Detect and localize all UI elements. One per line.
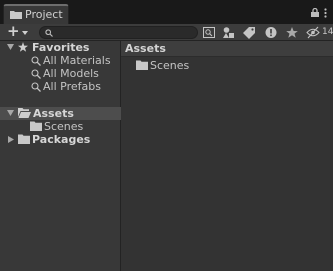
kebab-menu-icon[interactable]: [324, 8, 327, 18]
search-icon: [45, 29, 53, 37]
filter-by-label-icon[interactable]: [243, 26, 257, 39]
asset-list-item[interactable]: Scenes: [121, 59, 333, 72]
favorites-item-label: All Models: [43, 67, 99, 80]
favorites-item[interactable]: All Prefabs: [0, 80, 121, 93]
window-tab-bar: Project: [0, 0, 333, 24]
tree-label-favorites: Favorites: [32, 41, 90, 54]
tree-label-assets: Assets: [33, 107, 74, 120]
folder-icon: [18, 134, 30, 144]
expand-down-icon[interactable]: [7, 44, 14, 50]
tree-item-packages[interactable]: Packages: [0, 133, 121, 146]
favorites-item[interactable]: All Models: [0, 67, 121, 80]
chevron-down-icon: [22, 31, 28, 35]
star-icon: [18, 42, 28, 52]
scene-view-icon[interactable]: [202, 26, 216, 39]
search-field[interactable]: [39, 26, 198, 39]
breadcrumb-item-assets[interactable]: Assets: [125, 42, 166, 55]
search-icon: [31, 69, 41, 79]
tree-item-favorites[interactable]: Favorites: [0, 41, 121, 54]
tree-item-scenes[interactable]: Scenes: [0, 120, 121, 133]
breadcrumb: Assets: [121, 41, 333, 57]
tree-label-scenes: Scenes: [44, 120, 84, 133]
hidden-count: 14: [322, 27, 333, 37]
asset-content-panel: Assets Scenes: [121, 41, 333, 271]
folder-open-icon: [18, 108, 31, 118]
expand-right-icon[interactable]: [8, 136, 14, 143]
search-icon: [31, 56, 41, 66]
folder-tree-panel: Favorites All Materials All Models All P…: [0, 41, 121, 271]
folder-icon: [10, 11, 22, 19]
favorites-item-label: All Prefabs: [43, 80, 101, 93]
lock-icon[interactable]: [311, 8, 319, 17]
plus-icon: +: [7, 22, 20, 40]
tab-label: Project: [25, 8, 63, 21]
favorite-star-icon[interactable]: [285, 26, 299, 39]
filter-by-type-icon[interactable]: [222, 26, 236, 39]
tab-project[interactable]: Project: [3, 4, 69, 24]
project-toolbar: + 14: [0, 22, 333, 41]
favorites-item[interactable]: All Materials: [0, 54, 121, 67]
search-icon: [31, 82, 41, 92]
search-input[interactable]: [56, 27, 194, 38]
tree-label-packages: Packages: [32, 133, 91, 146]
folder-icon: [136, 60, 148, 70]
add-asset-button[interactable]: +: [6, 22, 32, 40]
hidden-packages-icon[interactable]: [306, 26, 320, 39]
folder-icon: [30, 121, 42, 131]
favorites-item-label: All Materials: [43, 54, 111, 67]
expand-down-icon[interactable]: [7, 110, 14, 116]
warning-icon[interactable]: [264, 26, 278, 39]
tree-item-assets[interactable]: Assets: [0, 107, 121, 120]
asset-item-label: Scenes: [150, 59, 190, 72]
